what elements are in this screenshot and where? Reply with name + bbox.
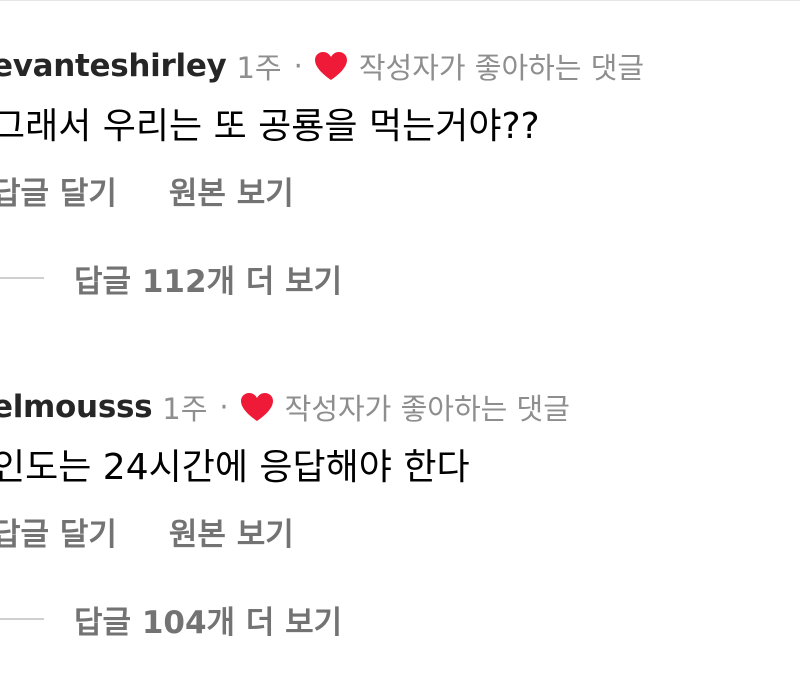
replies-divider (0, 618, 44, 620)
creator-liked-label: 작성자가 좋아하는 댓글 (284, 392, 570, 426)
comment-username[interactable]: evanteshirley (0, 48, 227, 84)
comment-item: evanteshirley 1주 · 작성자가 좋아하는 댓글 그래서 우리는 … (0, 42, 800, 302)
comment-actions: 답글 달기 원본 보기 (0, 166, 800, 214)
meta-separator: · (219, 390, 229, 424)
comment-item: elmousss 1주 · 작성자가 좋아하는 댓글 인도는 24시간에 응답해… (0, 383, 800, 643)
comment-username[interactable]: elmousss (0, 389, 153, 425)
view-replies-button[interactable]: 답글 112개 더 보기 (0, 254, 800, 302)
reply-button[interactable]: 답글 달기 (0, 168, 117, 213)
comment-meta: elmousss 1주 · 작성자가 좋아하는 댓글 (0, 383, 800, 431)
comment-text: 그래서 우리는 또 공룡을 먹는거야?? (0, 106, 540, 147)
view-replies-label: 답글 112개 더 보기 (74, 263, 343, 300)
see-original-button[interactable]: 원본 보기 (169, 509, 294, 554)
see-original-button[interactable]: 원본 보기 (169, 168, 294, 213)
comment-timestamp[interactable]: 1주 (162, 386, 207, 428)
top-divider (0, 0, 800, 1)
view-replies-label: 답글 104개 더 보기 (74, 604, 343, 641)
heart-icon (239, 391, 275, 423)
replies-divider (0, 277, 44, 279)
comment-meta: evanteshirley 1주 · 작성자가 좋아하는 댓글 (0, 42, 800, 90)
comment-timestamp[interactable]: 1주 (236, 45, 281, 87)
meta-separator: · (293, 49, 303, 83)
heart-icon (313, 50, 349, 82)
creator-liked-label: 작성자가 좋아하는 댓글 (358, 51, 645, 85)
comment-actions: 답글 달기 원본 보기 (0, 507, 800, 555)
view-replies-button[interactable]: 답글 104개 더 보기 (0, 595, 800, 643)
reply-button[interactable]: 답글 달기 (0, 509, 117, 554)
comment-text: 인도는 24시간에 응답해야 한다 (0, 447, 470, 488)
